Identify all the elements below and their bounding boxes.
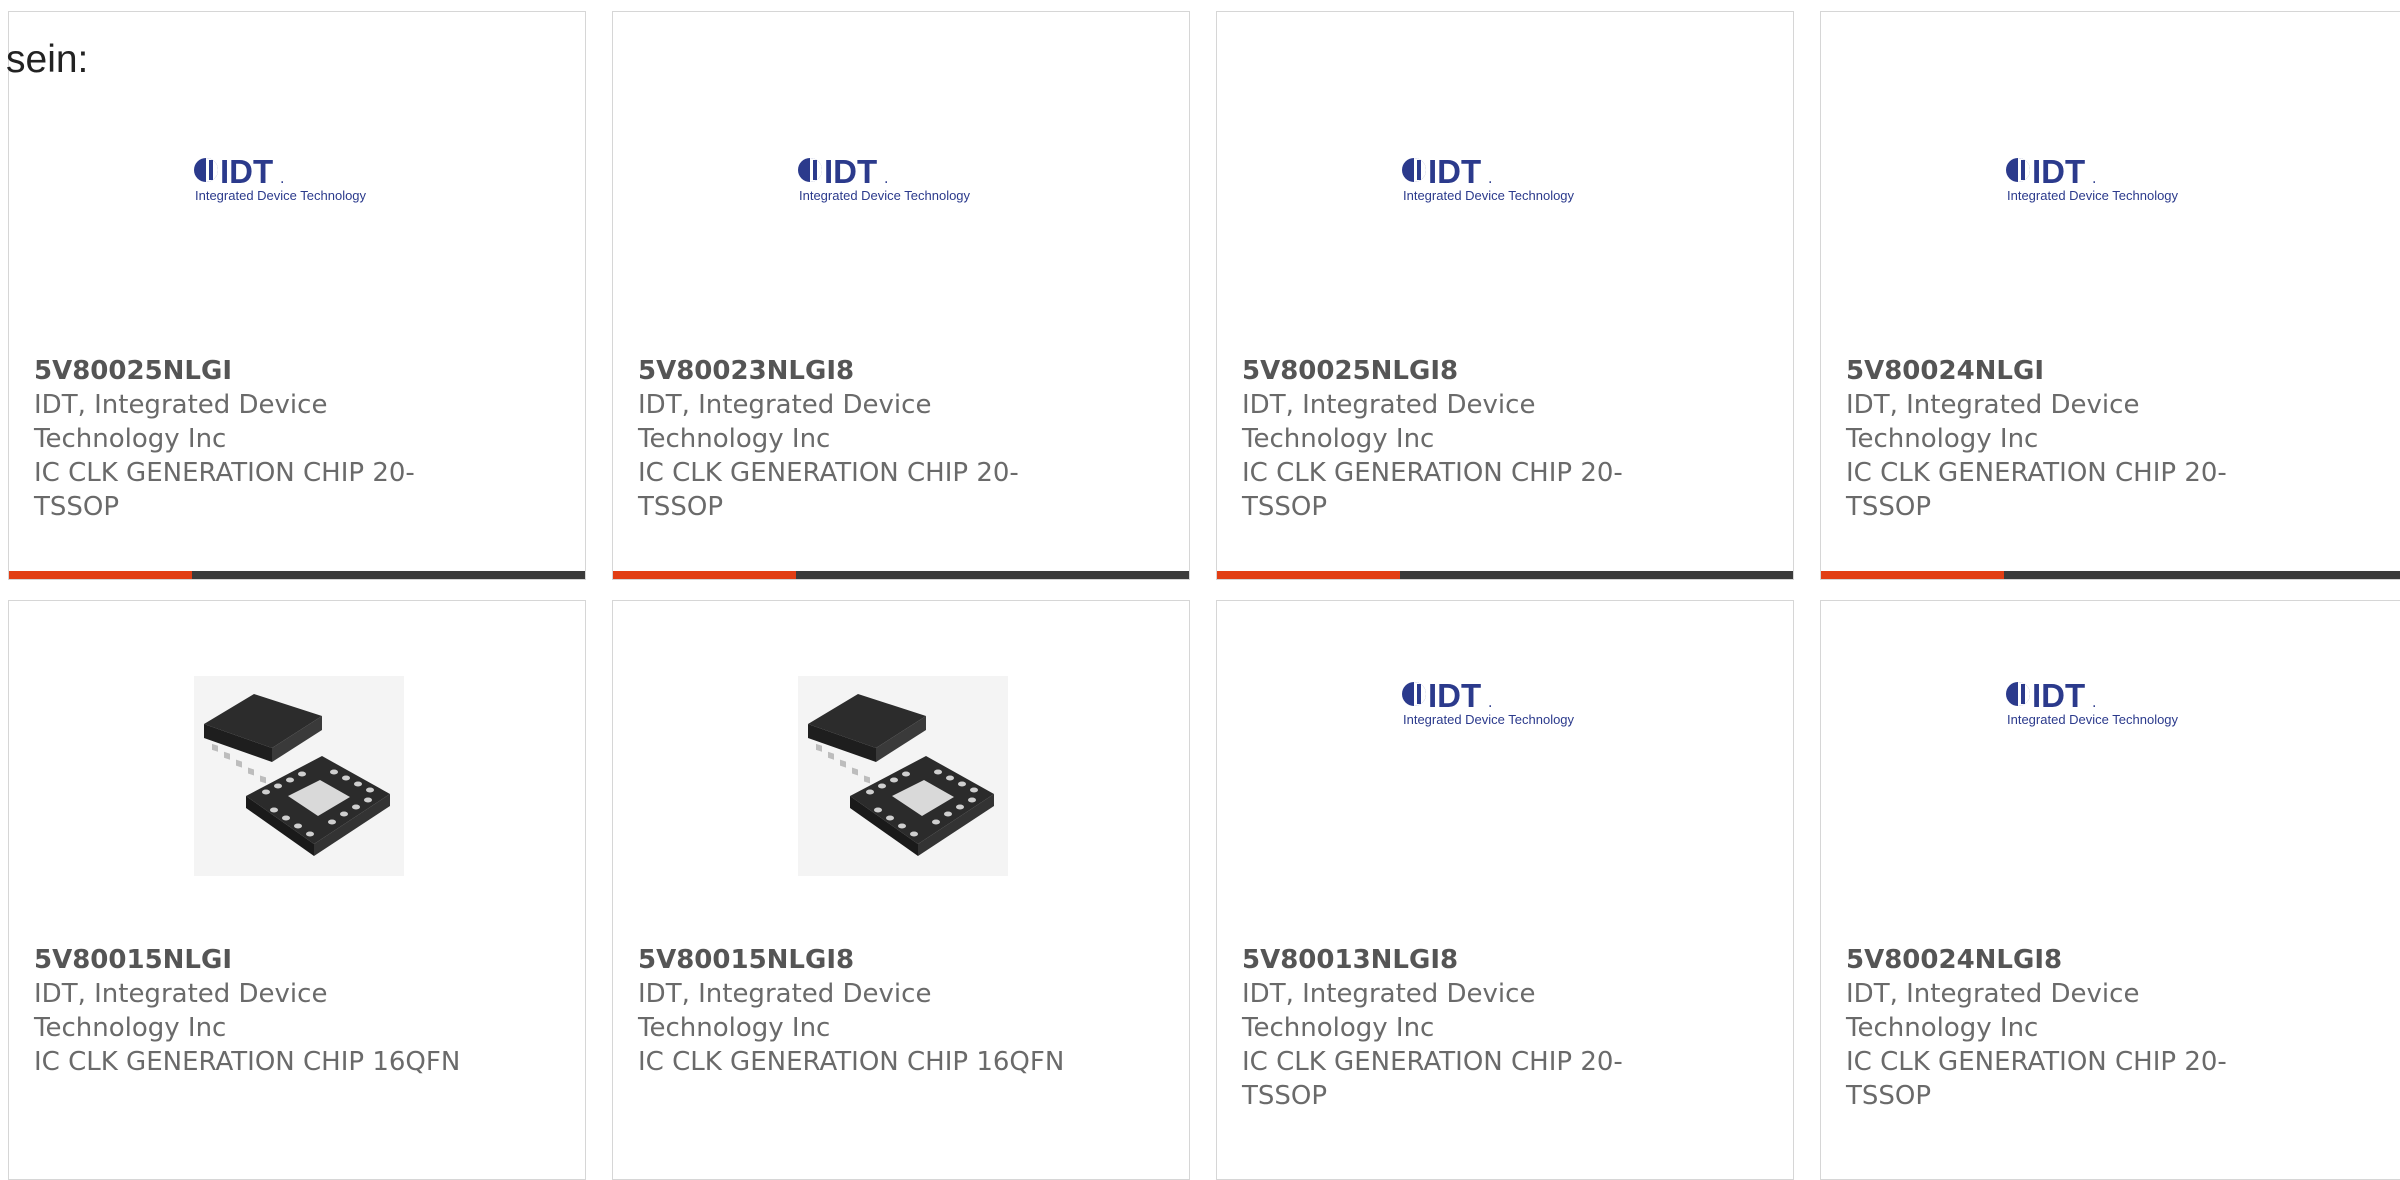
description: IC CLK GENERATION CHIP 20-TSSOP <box>638 458 1019 522</box>
logo-tagline-text: Integrated Device Technology <box>1403 712 1575 727</box>
part-number[interactable]: 5V80025NLGI <box>34 354 232 388</box>
idt-logo-icon: IDT .Integrated Device Technology <box>2006 677 2179 727</box>
product-card[interactable]: IDT. Integrated Device Technology 5V80024… <box>1820 11 2400 580</box>
product-image[interactable]: IDT. Integrated Device Technology <box>1402 676 1612 876</box>
description: IC CLK GENERATION CHIP 20-TSSOP <box>1846 1047 2227 1111</box>
idt-logo-icon: IDT .Integrated Device Technology <box>1402 677 1575 727</box>
logo-brand-text: IDT <box>2032 153 2085 190</box>
product-image[interactable]: IDT. Integrated Device Technology <box>194 152 404 252</box>
product-image[interactable]: IDT. Integrated Device Technology <box>2006 152 2216 252</box>
logo-brand-text: IDT <box>220 153 273 190</box>
logo-tagline-text: Integrated Device Technology <box>1403 188 1575 203</box>
idt-logo-icon: IDT .Integrated Device Technology <box>194 153 367 203</box>
product-card[interactable]: IDT. Integrated Device Technology 5V80025… <box>8 11 586 580</box>
product-card[interactable]: 5V80015NLGI8 IDT, Integrated Device Tech… <box>612 600 1190 1180</box>
logo-tagline-text: Integrated Device Technology <box>2007 188 2179 203</box>
card-bottom-bar <box>1217 571 1793 579</box>
card-accent-bar <box>613 571 796 579</box>
product-card[interactable]: 5V80015NLGI IDT, Integrated Device Techn… <box>8 600 586 1180</box>
part-number[interactable]: 5V80015NLGI8 <box>638 943 854 977</box>
idt-logo-icon: IDT .Integrated Device Technology <box>798 153 971 203</box>
product-card[interactable]: IDT. Integrated Device Technology 5V80024… <box>1820 600 2400 1180</box>
intro-text: sein: <box>6 38 89 81</box>
part-number[interactable]: 5V80025NLGI8 <box>1242 354 1458 388</box>
product-card[interactable]: IDT. Integrated Device Technology 5V80013… <box>1216 600 1794 1180</box>
part-number[interactable]: 5V80023NLGI8 <box>638 354 854 388</box>
idt-logo-icon: IDT .Integrated Device Technology <box>1402 153 1575 203</box>
card-bottom-bar <box>1821 571 2400 579</box>
card-bottom-bar <box>9 571 585 579</box>
manufacturer: IDT, Integrated Device Technology Inc <box>34 979 328 1043</box>
card-accent-bar <box>1821 571 2004 579</box>
product-image[interactable]: IDT. Integrated Device Technology <box>2006 676 2216 876</box>
description: IC CLK GENERATION CHIP 20-TSSOP <box>1242 458 1623 522</box>
card-bottom-bar <box>613 571 1189 579</box>
svg-text:.: . <box>280 171 284 187</box>
card-accent-bar <box>9 571 192 579</box>
logo-brand-text: IDT <box>824 153 877 190</box>
logo-tagline-text: Integrated Device Technology <box>195 188 367 203</box>
manufacturer: IDT, Integrated Device Technology Inc <box>638 979 932 1043</box>
description: IC CLK GENERATION CHIP 20-TSSOP <box>1242 1047 1623 1111</box>
description: IC CLK GENERATION CHIP 16QFN <box>638 1047 1065 1077</box>
svg-text:.: . <box>2092 171 2096 187</box>
manufacturer: IDT, Integrated Device Technology Inc <box>1242 390 1536 454</box>
product-card[interactable]: IDT. Integrated Device Technology 5V80025… <box>1216 11 1794 580</box>
product-card[interactable]: IDT. Integrated Device Technology 5V80023… <box>612 11 1190 580</box>
logo-brand-text: IDT <box>1428 153 1481 190</box>
part-number[interactable]: 5V80024NLGI8 <box>1846 943 2062 977</box>
svg-text:.: . <box>2092 695 2096 711</box>
logo-tagline-text: Integrated Device Technology <box>799 188 971 203</box>
part-number[interactable]: 5V80024NLGI <box>1846 354 2044 388</box>
description: IC CLK GENERATION CHIP 20-TSSOP <box>1846 458 2227 522</box>
description: IC CLK GENERATION CHIP 20-TSSOP <box>34 458 415 522</box>
card-accent-bar <box>1217 571 1400 579</box>
product-image[interactable]: IDT. Integrated Device Technology <box>798 152 1008 252</box>
product-image[interactable] <box>194 676 404 876</box>
logo-brand-text: IDT <box>1428 677 1481 714</box>
manufacturer: IDT, Integrated Device Technology Inc <box>34 390 328 454</box>
logo-tagline-text: Integrated Device Technology <box>2007 712 2179 727</box>
manufacturer: IDT, Integrated Device Technology Inc <box>638 390 932 454</box>
svg-text:.: . <box>1488 695 1492 711</box>
manufacturer: IDT, Integrated Device Technology Inc <box>1242 979 1536 1043</box>
qfn-chip-icon <box>798 676 1008 876</box>
manufacturer: IDT, Integrated Device Technology Inc <box>1846 979 2140 1043</box>
svg-text:.: . <box>1488 171 1492 187</box>
idt-logo-icon: IDT .Integrated Device Technology <box>2006 153 2179 203</box>
part-number[interactable]: 5V80013NLGI8 <box>1242 943 1458 977</box>
logo-brand-text: IDT <box>2032 677 2085 714</box>
part-number[interactable]: 5V80015NLGI <box>34 943 232 977</box>
svg-text:.: . <box>884 171 888 187</box>
product-image[interactable] <box>798 676 1008 876</box>
qfn-chip-icon <box>194 676 404 876</box>
description: IC CLK GENERATION CHIP 16QFN <box>34 1047 461 1077</box>
manufacturer: IDT, Integrated Device Technology Inc <box>1846 390 2140 454</box>
product-image[interactable]: IDT. Integrated Device Technology <box>1402 152 1612 252</box>
